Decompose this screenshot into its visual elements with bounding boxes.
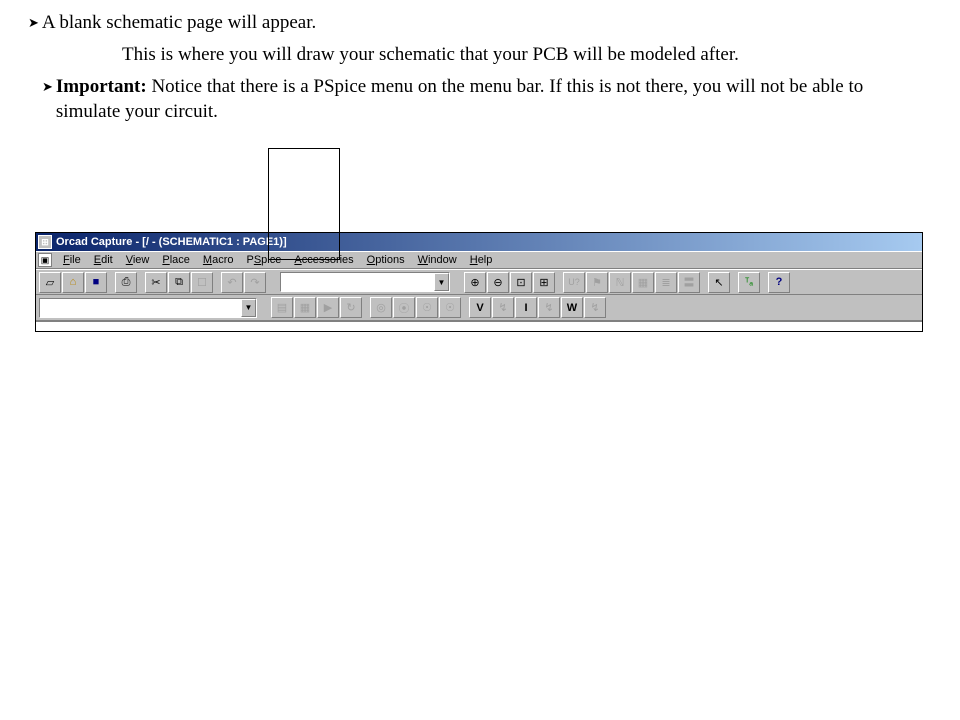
- v-icon[interactable]: V: [469, 297, 491, 318]
- titlebar: ⊞ Orcad Capture - [/ - (SCHEMATIC1 : PAG…: [36, 233, 922, 251]
- marker1-icon[interactable]: ◎: [370, 297, 392, 318]
- orcad-window: ⊞ Orcad Capture - [/ - (SCHEMATIC1 : PAG…: [35, 232, 923, 332]
- system-menu-icon[interactable]: ▣: [38, 253, 52, 267]
- netlist-icon[interactable]: ℕ: [609, 272, 631, 293]
- undo-icon[interactable]: ↶: [221, 272, 243, 293]
- open-icon[interactable]: ⌂: [62, 272, 84, 293]
- cut-icon[interactable]: ✂: [145, 272, 167, 293]
- toolbar-sim: ▼ ▤ ▦ ▶ ↻ ◎ ⦿ ☉ ☉ V ↯ I ↯ W ↯: [36, 295, 922, 321]
- redo-icon[interactable]: ↷: [244, 272, 266, 293]
- window-title: Orcad Capture - [/ - (SCHEMATIC1 : PAGE1…: [56, 236, 287, 248]
- run-icon[interactable]: ▶: [317, 297, 339, 318]
- app-icon: ⊞: [38, 235, 52, 249]
- misc-icon[interactable]: 〓: [678, 272, 700, 293]
- menu-macro[interactable]: Macro: [197, 253, 241, 267]
- hierarchy-icon[interactable]: ᵀₐ: [738, 272, 760, 293]
- toolbar-main: ▱ ⌂ ■ ⎙ ✂ ⧉ ☐ ↶ ↷ ▼ ⊕ ⊖ ⊡ ⊞ U? ⚑ ℕ ▦ ≣ 〓…: [36, 269, 922, 295]
- zoom-out-icon[interactable]: ⊖: [487, 272, 509, 293]
- drc-icon[interactable]: ⚑: [586, 272, 608, 293]
- menu-help[interactable]: Help: [464, 253, 500, 267]
- menu-options[interactable]: Options: [361, 253, 412, 267]
- sim-profile-combo[interactable]: ▼: [39, 298, 257, 318]
- marker3-icon[interactable]: ☉: [416, 297, 438, 318]
- results-icon[interactable]: ↻: [340, 297, 362, 318]
- print-icon[interactable]: ⎙: [115, 272, 137, 293]
- new-sim-icon[interactable]: ▤: [271, 297, 293, 318]
- document-body: ➤ A blank schematic page will appear. Th…: [0, 0, 960, 125]
- marker2-icon[interactable]: ⦿: [393, 297, 415, 318]
- bullet-1-text: A blank schematic page will appear.: [42, 10, 316, 36]
- cross-ref-icon[interactable]: ▦: [632, 272, 654, 293]
- copy-icon[interactable]: ⧉: [168, 272, 190, 293]
- bullet-glyph: ➤: [28, 10, 39, 36]
- bullet-3: ➤ Important: Notice that there is a PSpi…: [42, 74, 916, 125]
- bom-icon[interactable]: ≣: [655, 272, 677, 293]
- w-icon[interactable]: W: [561, 297, 583, 318]
- callout-pspice-highlight: [268, 148, 340, 260]
- zoom-area-icon[interactable]: ⊡: [510, 272, 532, 293]
- save-icon[interactable]: ■: [85, 272, 107, 293]
- part-combo[interactable]: ▼: [280, 272, 450, 292]
- menubar: ▣ File Edit View Place Macro PSpice Acce…: [36, 251, 922, 269]
- important-label: Important:: [56, 76, 147, 97]
- zoom-all-icon[interactable]: ⊞: [533, 272, 555, 293]
- paste-icon[interactable]: ☐: [191, 272, 213, 293]
- bullet-3-rest: Notice that there is a PSpice menu on th…: [56, 76, 863, 123]
- marker4-icon[interactable]: ☉: [439, 297, 461, 318]
- new-icon[interactable]: ▱: [39, 272, 61, 293]
- menu-edit[interactable]: Edit: [88, 253, 120, 267]
- menu-file[interactable]: File: [57, 253, 88, 267]
- menu-place[interactable]: Place: [156, 253, 197, 267]
- bullet-2-text: This is where you will draw your schemat…: [122, 42, 916, 68]
- annotate-icon[interactable]: U?: [563, 272, 585, 293]
- menu-window[interactable]: Window: [412, 253, 464, 267]
- select-icon[interactable]: ↖: [708, 272, 730, 293]
- w-off-icon[interactable]: ↯: [584, 297, 606, 318]
- bullet-3-text: Important: Notice that there is a PSpice…: [56, 74, 916, 125]
- chevron-down-icon[interactable]: ▼: [434, 273, 449, 291]
- i-off-icon[interactable]: ↯: [538, 297, 560, 318]
- edit-sim-icon[interactable]: ▦: [294, 297, 316, 318]
- chevron-down-icon[interactable]: ▼: [241, 299, 256, 317]
- schematic-canvas-edge: [36, 321, 922, 331]
- help-icon[interactable]: ?: [768, 272, 790, 293]
- i-icon[interactable]: I: [515, 297, 537, 318]
- menu-view[interactable]: View: [120, 253, 157, 267]
- bullet-glyph: ➤: [42, 74, 53, 100]
- v-off-icon[interactable]: ↯: [492, 297, 514, 318]
- zoom-in-icon[interactable]: ⊕: [464, 272, 486, 293]
- bullet-1: ➤ A blank schematic page will appear.: [28, 10, 916, 36]
